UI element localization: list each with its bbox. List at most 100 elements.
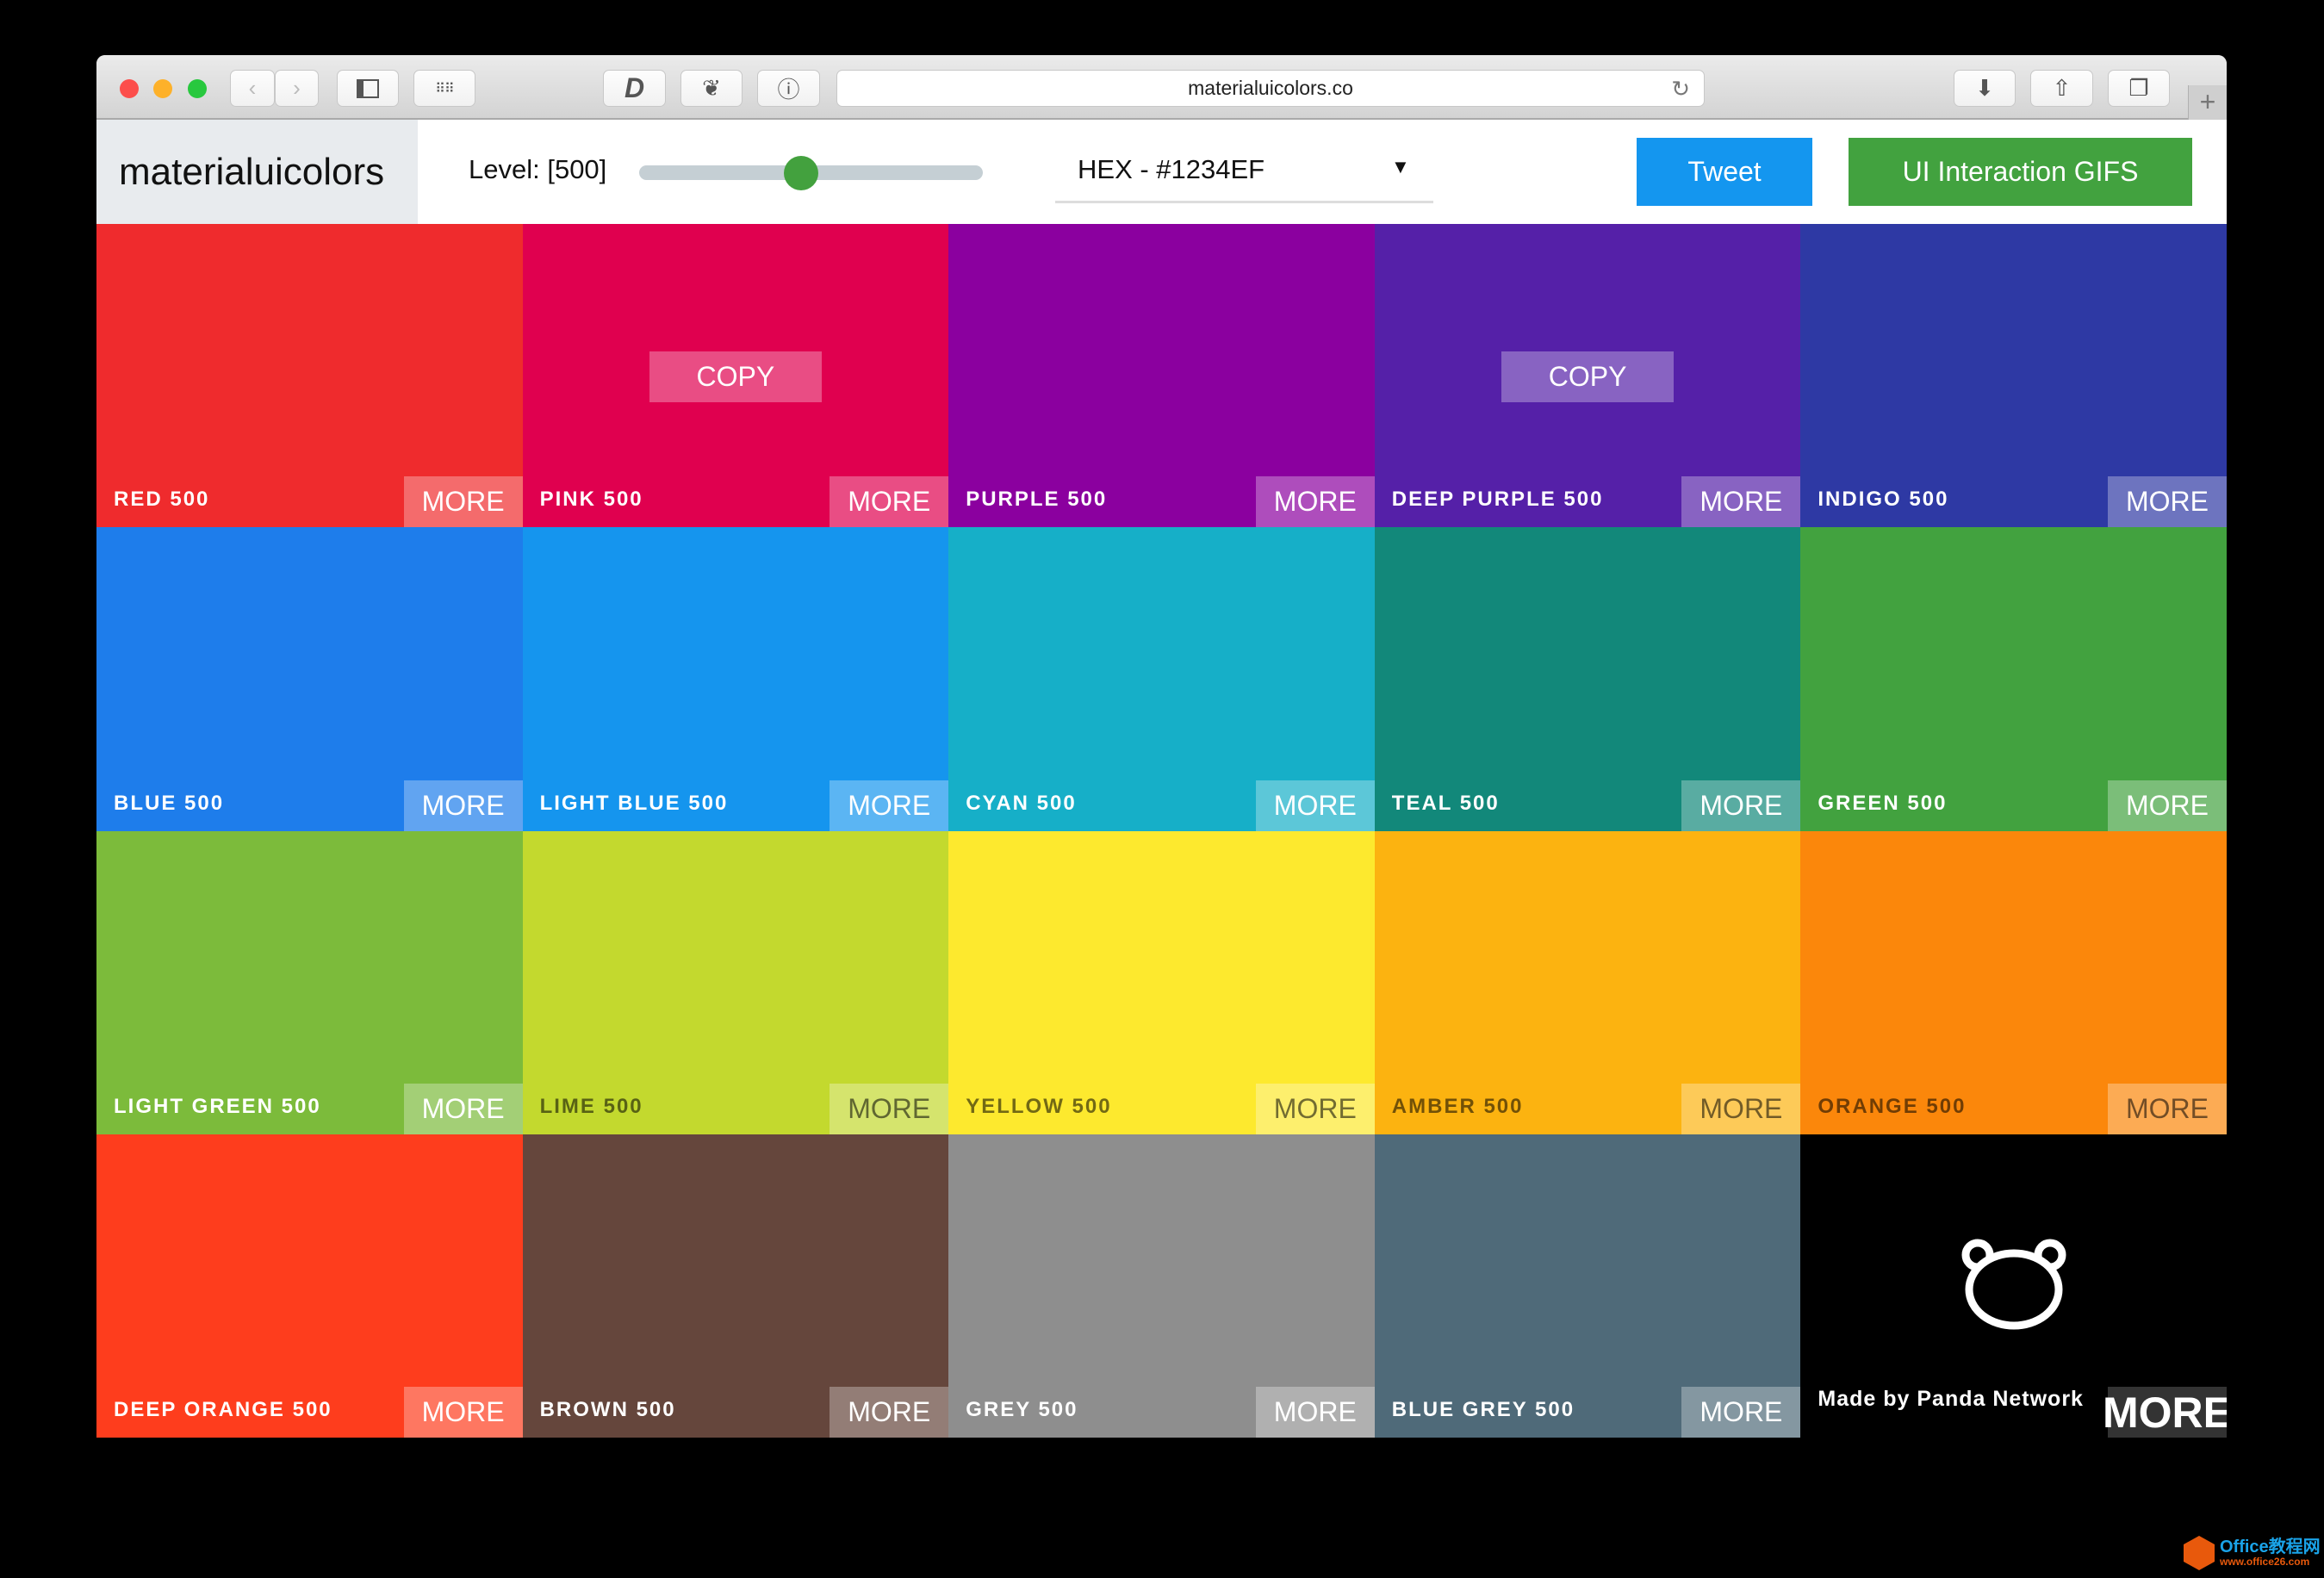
more-button[interactable]: MORE: [403, 476, 523, 528]
color-tile[interactable]: GREY 500 MORE: [948, 1134, 1375, 1438]
more-button[interactable]: MORE: [830, 476, 949, 528]
chevron-right-icon: ›: [293, 75, 301, 101]
top-sites-button[interactable]: ⠿⠿: [413, 70, 475, 107]
panda-network-tile[interactable]: Made by Panda Network MORE: [1800, 1134, 2227, 1438]
level-label: Level: [500]: [469, 154, 607, 184]
color-tile[interactable]: BLUE GREY 500 MORE: [1374, 1134, 1801, 1438]
color-tile[interactable]: DEEP ORANGE 500 MORE: [96, 1134, 523, 1438]
color-tile[interactable]: GREEN 500 MORE: [1800, 527, 2227, 831]
tabs-icon: ❐: [2128, 75, 2149, 101]
color-tile[interactable]: CYAN 500 MORE: [948, 527, 1375, 831]
color-tile[interactable]: ORANGE 500 MORE: [1800, 830, 2227, 1134]
more-button[interactable]: MORE: [1681, 476, 1801, 528]
more-button[interactable]: MORE: [1255, 780, 1375, 831]
site-header: materialuicolors Level: [500] HEX - #123…: [96, 120, 2227, 224]
more-button[interactable]: MORE: [2103, 1387, 2227, 1438]
zoom-window-button[interactable]: [188, 79, 207, 98]
reload-icon[interactable]: ↻: [1671, 76, 1690, 103]
color-tile[interactable]: BROWN 500 MORE: [522, 1134, 949, 1438]
address-bar[interactable]: materialuicolors.co ↻: [836, 70, 1705, 107]
color-name: CYAN 500: [966, 791, 1077, 815]
dropdown-arrow-icon: ▼: [1391, 156, 1410, 177]
share-icon: ⇧: [2052, 75, 2072, 101]
more-button[interactable]: MORE: [1255, 1083, 1375, 1134]
extension-d-button[interactable]: D: [603, 70, 666, 107]
forward-button[interactable]: ›: [275, 70, 319, 107]
color-tile[interactable]: BLUE 500 MORE: [96, 527, 523, 831]
more-button[interactable]: MORE: [2108, 476, 2227, 528]
tweet-button[interactable]: Tweet: [1637, 138, 1812, 206]
more-button[interactable]: MORE: [1681, 780, 1801, 831]
browser-window: ‹ › ⠿⠿ D ❦ ⓘ materialuicolors.co ↻ ⬇ ⇧ ❐ …: [96, 55, 2227, 1438]
password-manager-button[interactable]: ⓘ: [757, 70, 820, 107]
color-name: BLUE GREY 500: [1391, 1398, 1575, 1421]
grid-icon: ⠿⠿: [435, 81, 454, 96]
color-name: LIGHT GREEN 500: [114, 1094, 321, 1118]
plus-icon: +: [2199, 86, 2216, 117]
color-name: RED 500: [114, 488, 210, 512]
more-button[interactable]: MORE: [2108, 780, 2227, 831]
more-button[interactable]: MORE: [403, 780, 523, 831]
color-tile[interactable]: YELLOW 500 MORE: [948, 830, 1375, 1134]
url-text: materialuicolors.co: [1188, 77, 1353, 99]
color-name: GREEN 500: [1818, 791, 1948, 815]
copy-button[interactable]: COPY: [1501, 351, 1675, 402]
share-button[interactable]: ⇧: [2030, 70, 2093, 107]
chevron-left-icon: ‹: [248, 75, 257, 101]
browser-toolbar: ‹ › ⠿⠿ D ❦ ⓘ materialuicolors.co ↻ ⬇ ⇧ ❐ …: [96, 55, 2227, 120]
site-logo[interactable]: materialuicolors: [96, 120, 418, 224]
color-tile[interactable]: INDIGO 500 MORE: [1800, 224, 2227, 528]
made-by-text[interactable]: Made by Panda Network: [1818, 1387, 2084, 1412]
minimize-window-button[interactable]: [153, 79, 172, 98]
color-name: PURPLE 500: [966, 488, 1108, 512]
more-button[interactable]: MORE: [403, 1387, 523, 1438]
color-name: DEEP ORANGE 500: [114, 1398, 332, 1421]
watermark-url: www.office26.com: [2220, 1556, 2310, 1568]
download-icon: ⬇: [1975, 75, 1994, 101]
color-tile[interactable]: RED 500 MORE: [96, 224, 523, 528]
downloads-button[interactable]: ⬇: [1954, 70, 2016, 107]
tabs-button[interactable]: ❐: [2108, 70, 2170, 107]
sidebar-button[interactable]: [337, 70, 399, 107]
color-name: DEEP PURPLE 500: [1391, 488, 1604, 512]
color-tile[interactable]: LIME 500 MORE: [522, 830, 949, 1134]
color-tile[interactable]: LIGHT GREEN 500 MORE: [96, 830, 523, 1134]
watermark: Office教程网 www.office26.com: [2184, 1536, 2321, 1570]
color-tile[interactable]: TEAL 500 MORE: [1374, 527, 1801, 831]
ui-interaction-gifs-button[interactable]: UI Interaction GIFS: [1849, 138, 2192, 206]
color-name: LIME 500: [539, 1094, 643, 1118]
more-button[interactable]: MORE: [830, 1083, 949, 1134]
color-tile[interactable]: COPY DEEP PURPLE 500 MORE: [1374, 224, 1801, 528]
color-name: YELLOW 500: [966, 1094, 1112, 1118]
more-button[interactable]: MORE: [1255, 476, 1375, 528]
more-button[interactable]: MORE: [830, 1387, 949, 1438]
color-name: BROWN 500: [539, 1398, 676, 1421]
watermark-title: Office教程网: [2220, 1538, 2321, 1556]
extension-bird-button[interactable]: ❦: [680, 70, 743, 107]
close-window-button[interactable]: [120, 79, 139, 98]
color-tile[interactable]: LIGHT BLUE 500 MORE: [522, 527, 949, 831]
more-button[interactable]: MORE: [1681, 1083, 1801, 1134]
copy-button[interactable]: COPY: [649, 351, 822, 402]
more-button[interactable]: MORE: [2108, 1083, 2227, 1134]
color-tile[interactable]: AMBER 500 MORE: [1374, 830, 1801, 1134]
more-button[interactable]: MORE: [1255, 1387, 1375, 1438]
color-name: ORANGE 500: [1818, 1094, 1967, 1118]
back-button[interactable]: ‹: [230, 70, 275, 107]
more-button[interactable]: MORE: [403, 1083, 523, 1134]
color-name: AMBER 500: [1391, 1094, 1524, 1118]
color-name: BLUE 500: [114, 791, 225, 815]
more-button[interactable]: MORE: [1681, 1387, 1801, 1438]
color-tile[interactable]: PURPLE 500 MORE: [948, 224, 1375, 528]
color-name: GREY 500: [966, 1398, 1078, 1421]
format-select[interactable]: HEX - #1234EF ▼: [1055, 137, 1433, 203]
new-tab-button[interactable]: +: [2188, 85, 2227, 120]
color-tile[interactable]: COPY PINK 500 MORE: [522, 224, 949, 528]
level-slider-thumb[interactable]: [783, 156, 818, 190]
more-button[interactable]: MORE: [830, 780, 949, 831]
color-name: PINK 500: [539, 488, 643, 512]
color-grid: RED 500 MORE COPY PINK 500 MORE PURPLE 500 MOR…: [96, 224, 2227, 1438]
sidebar-icon: [357, 78, 379, 98]
keyhole-icon: ⓘ: [777, 77, 800, 103]
color-name: INDIGO 500: [1818, 488, 1949, 512]
